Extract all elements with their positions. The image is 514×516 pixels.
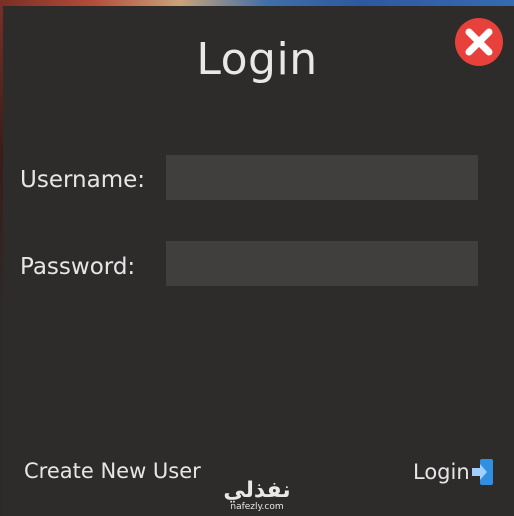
password-field[interactable] (166, 241, 478, 286)
username-label: Username: (20, 167, 145, 193)
login-window: Login Username: Password: Create New Use… (0, 0, 514, 516)
login-button-label: Login (413, 460, 470, 484)
username-field[interactable] (166, 155, 478, 200)
watermark-arabic: نفذلي (223, 478, 291, 503)
login-button[interactable]: Login (413, 455, 494, 489)
watermark: نفذلي nafezly.com (222, 478, 292, 513)
page-title: Login (196, 34, 318, 85)
watermark-site: nafezly.com (230, 502, 284, 512)
password-label: Password: (20, 254, 136, 280)
create-new-user-link[interactable]: Create New User (24, 459, 201, 483)
login-door-icon (471, 459, 493, 485)
